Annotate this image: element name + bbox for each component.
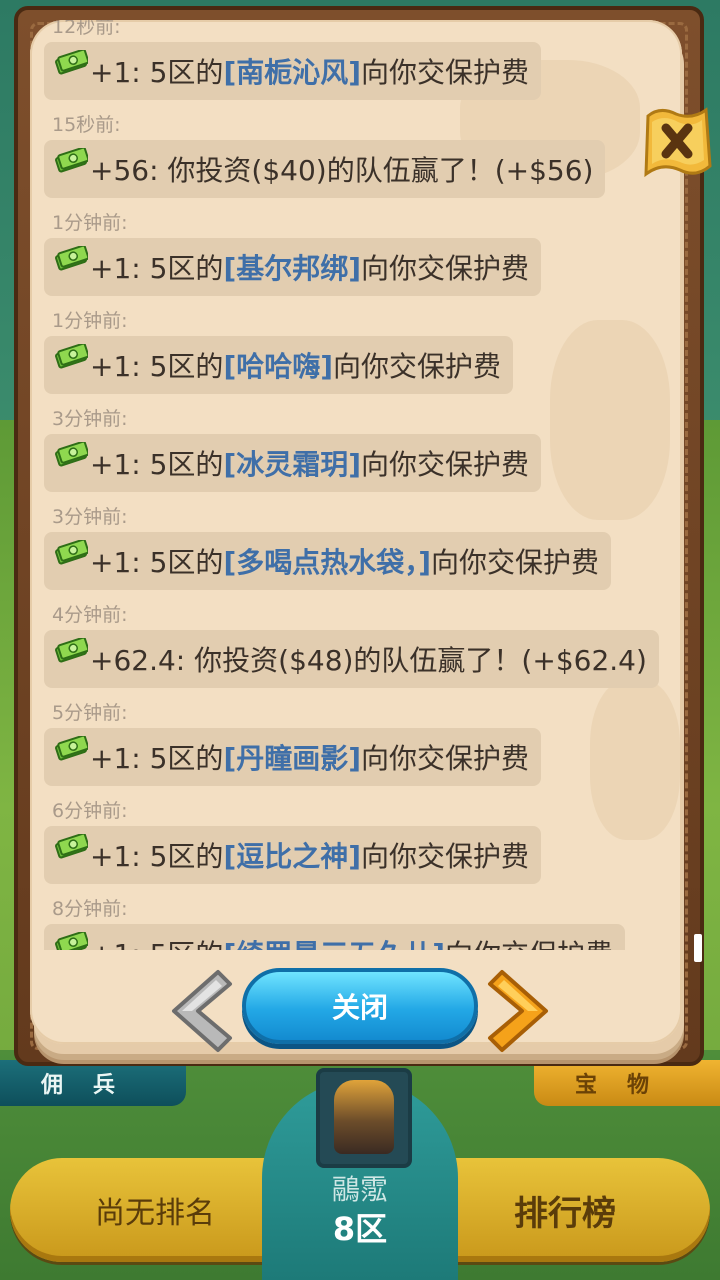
- message-bubble: +1: 5区的 [南栀沁风] 向你交保护费: [44, 42, 542, 100]
- treasure-button[interactable]: 宝物: [534, 1060, 720, 1106]
- message-item: 3分钟前: +1: 5区的 [多喝点热水袋，] 向你交保护费: [44, 502, 612, 590]
- player-name: 鷊霐: [331, 1173, 388, 1206]
- message-amount: +1: 5区的: [90, 546, 224, 579]
- cash-icon: [55, 442, 88, 467]
- message-bubble: +1: 5区的 [哈哈嗨] 向你交保护费: [44, 336, 514, 394]
- player-link[interactable]: [丹瞳画影]: [223, 737, 361, 777]
- message-time: 5分钟前:: [52, 702, 128, 724]
- message-item: 4分钟前: +62.4: 你投资($48)的队伍赢了！(+$62.4): [44, 600, 659, 688]
- message-time: 12秒前:: [52, 20, 121, 38]
- hero-figure: [334, 1080, 394, 1154]
- cash-icon: [55, 148, 88, 173]
- message-suffix: 向你交保护费: [361, 448, 530, 481]
- chevron-left-icon[interactable]: [160, 966, 234, 1056]
- message-suffix: 向你交保护费: [361, 252, 530, 285]
- message-bubble: +1: 5区的 [逗比之神] 向你交保护费: [44, 826, 542, 884]
- message-suffix: 向你交保护费: [361, 56, 530, 89]
- cash-icon: [55, 50, 88, 75]
- message-item: 1分钟前: +1: 5区的 [基尔邦绑] 向你交保护费: [44, 208, 542, 296]
- message-amount: +1: 5区的: [90, 933, 223, 950]
- message-bubble: +1: 5区的[绮罗曼三五久儿]向你交保护费: [44, 924, 626, 950]
- player-link[interactable]: [冰灵霜玥]: [223, 443, 361, 483]
- avatar[interactable]: [316, 1068, 412, 1168]
- message-item: 12秒前: +1: 5区的 [南栀沁风] 向你交保护费: [44, 20, 542, 100]
- cash-icon: [55, 246, 88, 271]
- player-link[interactable]: [基尔邦绑]: [223, 247, 361, 287]
- message-amount: +1: 5区的: [90, 742, 224, 775]
- close-x-icon[interactable]: [640, 100, 712, 190]
- message-suffix: 向你交保护费: [333, 350, 502, 383]
- message-bubble: +1: 5区的 [多喝点热水袋，] 向你交保护费: [44, 532, 612, 590]
- rank-status: 尚无排名: [95, 1196, 215, 1231]
- cash-icon: [55, 638, 88, 663]
- message-suffix: 向你交保护费: [445, 933, 613, 950]
- player-zone: 8区: [332, 1210, 388, 1248]
- message-time: 4分钟前:: [52, 604, 128, 626]
- cash-icon: [55, 736, 88, 761]
- message-panel: 12秒前: +1: 5区的 [南栀沁风] 向你交保护费 15秒前: +56: 你投资($4…: [30, 20, 682, 1044]
- message-bubble: +56: 你投资($40)的队伍赢了！(+$56): [44, 140, 606, 198]
- message-amount: +1: 5区的: [90, 840, 224, 873]
- message-bubble: +62.4: 你投资($48)的队伍赢了！(+$62.4): [44, 630, 659, 688]
- scrollbar-thumb[interactable]: [694, 934, 702, 962]
- message-amount: +56: 你投资($40)的队伍赢了！(+$56): [90, 154, 594, 187]
- message-item: 15秒前: +56: 你投资($40)的队伍赢了！(+$56): [44, 110, 606, 198]
- leaderboard-button[interactable]: 排行榜: [450, 1158, 680, 1262]
- message-item: 1分钟前: +1: 5区的 [哈哈嗨] 向你交保护费: [44, 306, 514, 394]
- player-link[interactable]: [哈哈嗨]: [223, 345, 333, 385]
- message-time: 6分钟前:: [52, 800, 128, 822]
- message-time: 1分钟前:: [52, 310, 128, 332]
- message-list[interactable]: 12秒前: +1: 5区的 [南栀沁风] 向你交保护费 15秒前: +56: 你投资($4…: [30, 20, 682, 950]
- player-link[interactable]: [多喝点热水袋，]: [223, 541, 431, 581]
- message-time: 3分钟前:: [52, 408, 128, 430]
- message-amount: +1: 5区的: [90, 350, 224, 383]
- mercenary-button[interactable]: 佣兵: [0, 1060, 186, 1106]
- player-link[interactable]: [绮罗曼三五久儿]: [223, 933, 445, 950]
- message-amount: +62.4: 你投资($48)的队伍赢了！(+$62.4): [90, 644, 647, 677]
- chevron-right-icon[interactable]: [486, 966, 560, 1056]
- player-link[interactable]: [逗比之神]: [223, 835, 361, 875]
- message-amount: +1: 5区的: [90, 56, 224, 89]
- message-item: 5分钟前: +1: 5区的 [丹瞳画影] 向你交保护费: [44, 698, 542, 786]
- player-link[interactable]: [南栀沁风]: [223, 51, 361, 91]
- message-item: 3分钟前: +1: 5区的 [冰灵霜玥] 向你交保护费: [44, 404, 542, 492]
- message-time: 15秒前:: [52, 114, 121, 136]
- message-bubble: +1: 5区的 [丹瞳画影] 向你交保护费: [44, 728, 542, 786]
- message-bubble: +1: 5区的 [冰灵霜玥] 向你交保护费: [44, 434, 542, 492]
- message-item: 6分钟前: +1: 5区的 [逗比之神] 向你交保护费: [44, 796, 542, 884]
- message-time: 1分钟前:: [52, 212, 128, 234]
- close-button[interactable]: 关闭: [242, 968, 478, 1044]
- cash-icon: [55, 540, 88, 565]
- message-amount: +1: 5区的: [90, 252, 224, 285]
- message-suffix: 向你交保护费: [361, 742, 530, 775]
- message-suffix: 向你交保护费: [361, 840, 530, 873]
- message-time: 8分钟前:: [52, 898, 128, 920]
- message-amount: +1: 5区的: [90, 448, 224, 481]
- cash-icon: [55, 834, 88, 859]
- cash-icon: [55, 344, 88, 369]
- cash-icon: [55, 932, 88, 950]
- message-item: 8分钟前: +1: 5区的[绮罗曼三五久儿]向你交保护费: [44, 894, 626, 950]
- message-time: 3分钟前:: [52, 506, 128, 528]
- message-bubble: +1: 5区的 [基尔邦绑] 向你交保护费: [44, 238, 542, 296]
- message-suffix: 向你交保护费: [431, 546, 600, 579]
